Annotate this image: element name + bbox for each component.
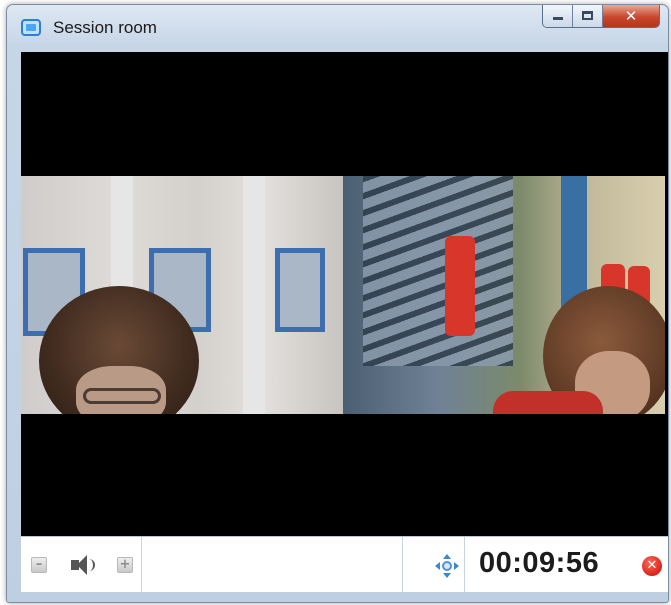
close-button[interactable]: ✕ (603, 5, 659, 27)
session-room-window: Session room ✕ – + 00:09:56 ✕ (6, 4, 669, 603)
move-arrows-icon[interactable] (435, 554, 459, 578)
window-controls: ✕ (542, 5, 660, 28)
participant-shirt (493, 391, 603, 414)
close-icon: ✕ (624, 7, 638, 25)
local-video-feed (21, 176, 343, 414)
participant-glasses (83, 388, 161, 404)
title-bar[interactable]: Session room ✕ (7, 5, 668, 49)
person-in-red (445, 236, 475, 336)
call-toolbar: – + 00:09:56 ✕ (21, 536, 668, 593)
minimize-icon (553, 17, 563, 20)
volume-controls: – + (21, 537, 142, 593)
speaker-icon[interactable] (71, 555, 97, 575)
window-title: Session room (53, 18, 157, 37)
maximize-icon (582, 11, 593, 20)
minimize-button[interactable] (543, 5, 573, 27)
maximize-button[interactable] (573, 5, 603, 27)
volume-up-button[interactable]: + (117, 557, 133, 573)
toolbar-spacer (142, 537, 403, 593)
video-area (21, 52, 668, 536)
close-circle-icon[interactable]: ✕ (642, 556, 662, 576)
remote-video-feed (343, 176, 665, 414)
session-room-icon (21, 19, 41, 36)
volume-down-button[interactable]: – (31, 557, 47, 573)
wall-window (275, 248, 325, 332)
wall-pillar (243, 176, 265, 414)
staircase (363, 176, 513, 366)
call-timer: 00:09:56 (479, 547, 600, 579)
